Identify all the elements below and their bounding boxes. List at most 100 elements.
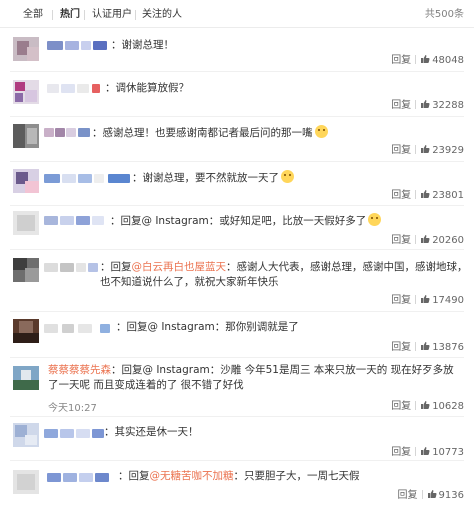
comment-actions: 回复 17490 — [391, 294, 464, 307]
comment-item: ：回复@白云再白也屋蓝天：感谢人大代表，感谢总理，感谢中国，感谢地球，也不知道说… — [0, 250, 474, 310]
comment-item: 蔡蔡蔡蔡先森：回复@ Instagram：沙雕 今年51是周三 本来只放一天的 … — [0, 358, 474, 416]
mention-link[interactable]: @ Instagram — [142, 215, 209, 227]
like-count: 23801 — [432, 190, 464, 201]
thumbs-up-icon — [421, 295, 430, 303]
action-divider — [415, 342, 417, 351]
action-divider — [415, 447, 417, 456]
like-button[interactable]: 10773 — [420, 447, 464, 458]
wink-emoji-icon — [314, 125, 328, 138]
reply-button[interactable]: 回复 — [391, 235, 411, 247]
like-count: 17490 — [432, 295, 464, 306]
like-count: 13876 — [432, 342, 464, 353]
thumbs-up-icon — [421, 447, 430, 455]
like-button[interactable]: 9136 — [427, 490, 464, 501]
like-count: 32288 — [432, 100, 464, 111]
blurred-username[interactable] — [44, 263, 98, 272]
thumbs-up-icon — [421, 235, 430, 243]
comment-actions: 回复 13876 — [391, 341, 464, 354]
tab-hot[interactable]: 热门 — [60, 9, 80, 21]
blurred-username[interactable] — [47, 84, 103, 93]
like-button[interactable]: 10628 — [420, 401, 464, 412]
avatar[interactable] — [13, 470, 39, 494]
comment-item: ：其实还是休一天！ 回复 10773 — [0, 417, 474, 460]
avatar[interactable] — [13, 80, 39, 104]
avatar[interactable] — [13, 366, 39, 390]
mention-link[interactable]: @ Instagram — [148, 321, 215, 333]
thumbs-up-icon — [427, 490, 437, 498]
comment-text: ：其实还是休一天！ — [104, 426, 199, 438]
like-count: 10628 — [432, 401, 464, 412]
tab-verified[interactable]: 认证用户 — [92, 9, 132, 21]
like-button[interactable]: 20260 — [420, 235, 464, 246]
comment-text: ：调休能算放假？ — [105, 82, 189, 94]
avatar[interactable] — [13, 211, 39, 235]
comment-timestamp: 今天10:27 — [48, 403, 97, 414]
comment-item: ：感谢总理！也要感谢南都记者最后问的那一嘴 回复 23929 — [0, 117, 474, 161]
mention-link[interactable]: @白云再白也屋蓝天 — [132, 261, 227, 273]
blurred-username[interactable] — [44, 174, 130, 183]
action-divider — [415, 190, 417, 199]
blurred-username[interactable] — [44, 216, 108, 225]
comment-actions: 回复 23801 — [391, 189, 464, 202]
like-button[interactable]: 23929 — [420, 145, 464, 156]
comment-item: ：回复@ Instagram：或好知足吧，比放一天假好多了 回复 20260 — [0, 206, 474, 249]
tab-divider — [135, 10, 136, 20]
blurred-username[interactable] — [44, 429, 104, 438]
tab-all[interactable]: 全部 — [23, 9, 43, 21]
reply-button[interactable]: 回复 — [398, 490, 418, 502]
comment-actions: 回复 10773 — [391, 446, 464, 459]
like-count: 48048 — [432, 55, 464, 66]
like-button[interactable]: 13876 — [420, 342, 464, 353]
avatar[interactable] — [13, 124, 39, 148]
reply-button[interactable]: 回复 — [391, 401, 411, 413]
filter-tabs: 全部 热门 认证用户 关注的人 共500条 — [0, 0, 474, 28]
blurred-username[interactable] — [44, 128, 90, 137]
comment-actions: 回复 32288 — [391, 99, 464, 112]
reply-button[interactable]: 回复 — [391, 295, 411, 307]
avatar[interactable] — [13, 169, 39, 193]
avatar[interactable] — [13, 258, 39, 282]
comment-text: ：回复@ Instagram：或好知足吧，比放一天假好多了 — [110, 213, 382, 229]
reply-button[interactable]: 回复 — [391, 190, 411, 202]
comment-actions: 回复 9136 — [398, 489, 464, 502]
action-divider — [415, 55, 417, 64]
blurred-username[interactable] — [47, 41, 107, 50]
comment-text: ：谢谢总理！ — [111, 39, 174, 51]
comment-text: ：回复@无糖苦咖不加糖：只要胆子大，一周七天假 — [118, 470, 360, 482]
like-button[interactable]: 48048 — [420, 55, 464, 66]
tab-following[interactable]: 关注的人 — [142, 9, 182, 21]
action-divider — [415, 401, 417, 410]
like-count: 9136 — [438, 490, 464, 501]
total-count: 共500条 — [424, 9, 464, 20]
reply-button[interactable]: 回复 — [391, 55, 411, 67]
reply-button[interactable]: 回复 — [391, 100, 411, 112]
username-link[interactable]: 蔡蔡蔡蔡先森 — [48, 364, 111, 376]
blurred-username[interactable] — [44, 324, 116, 333]
laughing-emoji-icon — [281, 170, 294, 183]
mention-link[interactable]: @ Instagram — [143, 364, 210, 376]
like-button[interactable]: 17490 — [420, 295, 464, 306]
reply-button[interactable]: 回复 — [391, 145, 411, 157]
thumbs-up-icon — [421, 145, 430, 153]
like-count: 10773 — [432, 447, 464, 458]
wink-emoji-icon — [368, 213, 382, 226]
comment-item: ：调休能算放假？ 回复 32288 — [0, 72, 474, 116]
comment-panel: 全部 热门 认证用户 关注的人 共500条 ：谢谢总理！ 回复 48048 ：调… — [0, 0, 474, 508]
like-button[interactable]: 23801 — [420, 190, 464, 201]
mention-link[interactable]: @无糖苦咖不加糖 — [150, 470, 234, 482]
reply-button[interactable]: 回复 — [391, 342, 411, 354]
reply-button[interactable]: 回复 — [391, 447, 411, 459]
avatar[interactable] — [13, 37, 39, 61]
comment-text: ：感谢总理！也要感谢南都记者最后问的那一嘴 — [92, 125, 328, 141]
comment-item: ：谢谢总理，要不然就放一天了 回复 23801 — [0, 162, 474, 205]
like-button[interactable]: 32288 — [420, 100, 464, 111]
comment-item: ：回复@无糖苦咖不加糖：只要胆子大，一周七天假 回复 9136 — [0, 461, 474, 508]
blurred-username[interactable] — [47, 473, 113, 482]
like-count: 20260 — [432, 235, 464, 246]
avatar[interactable] — [13, 423, 39, 447]
thumbs-up-icon — [421, 190, 430, 198]
comment-item: ：谢谢总理！ 回复 48048 — [0, 28, 474, 71]
comment-text: 蔡蔡蔡蔡先森：回复@ Instagram：沙雕 今年51是周三 本来只放一天的 … — [48, 364, 454, 391]
avatar[interactable] — [13, 319, 39, 343]
action-divider — [415, 235, 417, 244]
